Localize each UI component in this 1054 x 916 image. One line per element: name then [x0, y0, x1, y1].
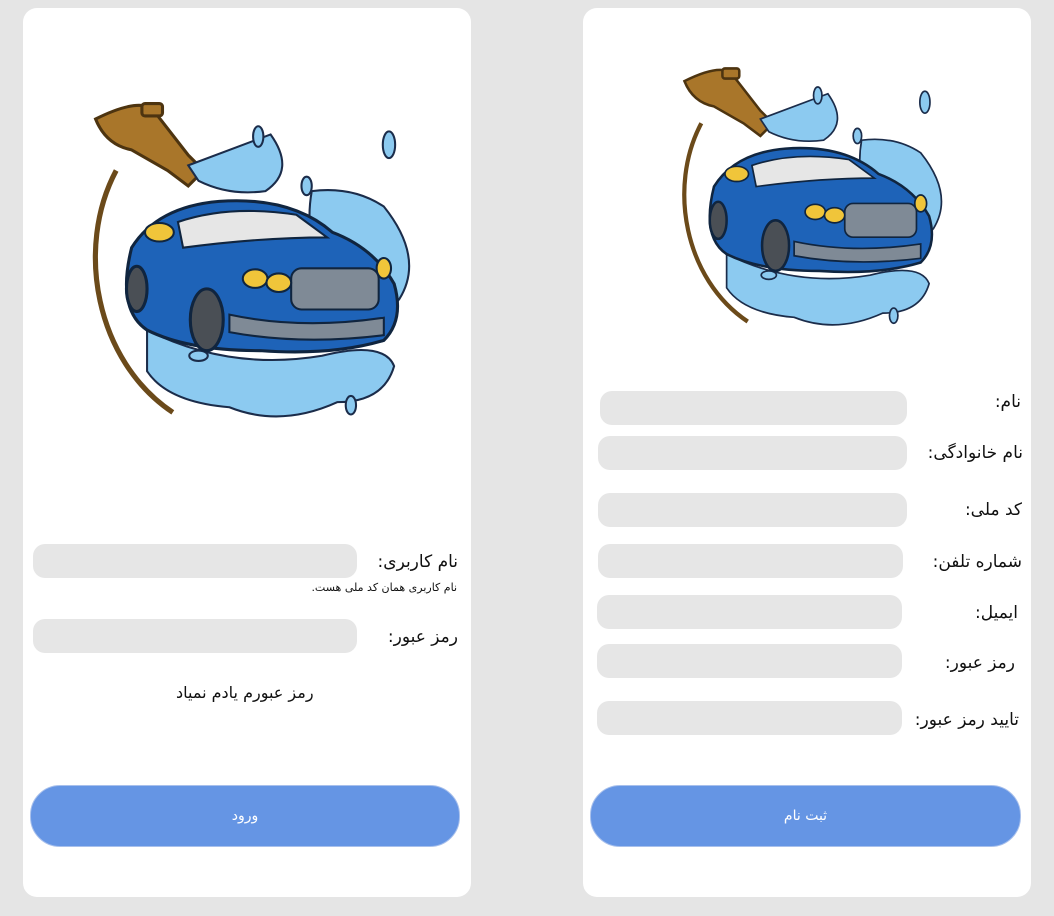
- username-input[interactable]: [33, 544, 357, 578]
- username-hint: نام کاربری همان کد ملی هست.: [311, 581, 457, 594]
- car-wash-logo-icon: [92, 102, 411, 418]
- last-name-input[interactable]: [598, 436, 907, 470]
- first-name-label: نام:: [994, 392, 1021, 412]
- email-label: ایمیل:: [974, 603, 1018, 623]
- phone-input[interactable]: [598, 544, 903, 578]
- signup-card: نام: نام خانوادگی: کد ملی: شماره تلفن: ا…: [583, 8, 1031, 897]
- phone-label: شماره تلفن:: [932, 552, 1022, 572]
- confirm-password-input[interactable]: [597, 701, 902, 735]
- national-code-input[interactable]: [598, 493, 907, 527]
- password-input[interactable]: [33, 619, 357, 653]
- national-code-label: کد ملی:: [964, 500, 1022, 520]
- confirm-password-label: تایید رمز عبور:: [914, 710, 1019, 730]
- last-name-label: نام خانوادگی:: [927, 443, 1023, 463]
- login-button[interactable]: ورود: [30, 785, 460, 847]
- email-input[interactable]: [597, 595, 902, 629]
- login-card: نام کاربری: نام کاربری همان کد ملی هست. …: [23, 8, 471, 897]
- first-name-input[interactable]: [600, 391, 907, 425]
- password-label: رمز عبور:: [387, 627, 458, 647]
- password-input[interactable]: [597, 644, 902, 678]
- password-label: رمز عبور:: [944, 653, 1015, 673]
- username-label: نام کاربری:: [377, 552, 458, 572]
- forgot-password-link[interactable]: رمز عبورم یادم نمیاد: [176, 683, 314, 702]
- signup-button[interactable]: ثبت نام: [590, 785, 1021, 847]
- car-wash-logo-icon: [682, 67, 943, 326]
